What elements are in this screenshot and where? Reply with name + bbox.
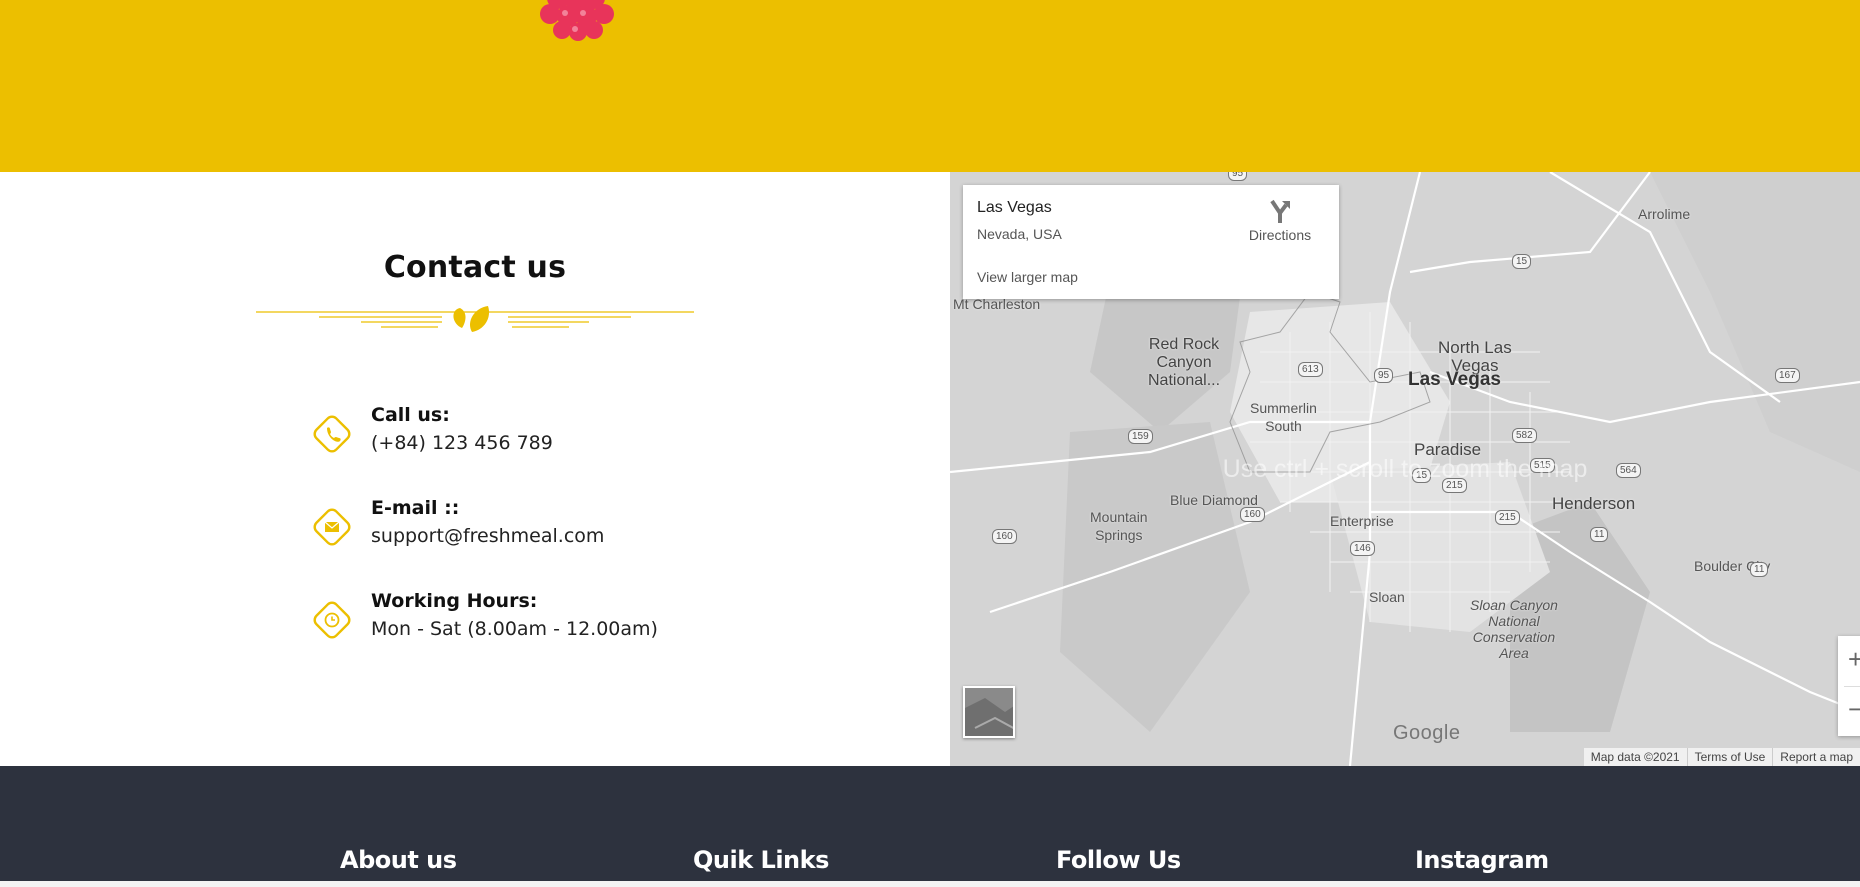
- hero-banner: [0, 0, 1860, 172]
- zoom-out-button[interactable]: −: [1848, 696, 1860, 722]
- directions-icon: [1270, 199, 1290, 223]
- contact-hours: Working Hours: Mon - Sat (8.00am - 12.00…: [306, 590, 726, 668]
- mail-icon: [313, 508, 351, 546]
- map-zoom-control: + −: [1838, 636, 1860, 736]
- phone-icon: [313, 415, 351, 453]
- route-shield: 167: [1775, 368, 1800, 383]
- map-label-las-vegas: Las Vegas: [1408, 369, 1501, 390]
- route-shield: 15: [1512, 254, 1532, 269]
- view-larger-map-link[interactable]: View larger map: [977, 269, 1078, 285]
- satellite-thumbnail-icon: [965, 688, 1013, 736]
- google-logo[interactable]: Google: [1393, 722, 1461, 745]
- map-label-red-rock: Red Rock Canyon National...: [1148, 336, 1221, 389]
- map-label-sloan-canyon: Sloan Canyon National Conservation Area: [1470, 597, 1558, 661]
- place-address: Nevada, USA: [977, 226, 1062, 242]
- map-embed[interactable]: Arrolime Mt Charleston Red Rock Canyon N…: [950, 172, 1860, 766]
- map-scroll-hint: Use ctrl + scroll to zoom the map: [1222, 455, 1588, 483]
- route-shield: 159: [1128, 429, 1153, 444]
- footer-heading-quick-links: Quik Links: [693, 846, 829, 874]
- route-shield: 11: [1750, 562, 1769, 577]
- contact-email-value[interactable]: support@freshmeal.com: [371, 525, 604, 547]
- site-footer: About us Quik Links Follow Us Instagram: [0, 766, 1860, 887]
- directions-button[interactable]: Directions: [1245, 197, 1315, 243]
- place-name: Las Vegas: [977, 199, 1052, 216]
- contact-phone-label: Call us:: [371, 404, 450, 426]
- contact-phone: Call us: (+84) 123 456 789: [306, 404, 726, 482]
- route-shield: 215: [1495, 510, 1520, 525]
- route-shield: 95: [1228, 172, 1248, 181]
- contact-hours-value: Mon - Sat (8.00am - 12.00am): [371, 618, 658, 640]
- route-shield: 582: [1512, 428, 1537, 443]
- contact-email: E-mail :: support@freshmeal.com: [306, 497, 726, 575]
- terms-of-use-link[interactable]: Terms of Use: [1686, 748, 1773, 766]
- map-attribution: Map data ©2021 Terms of Use Report a map: [1583, 748, 1860, 766]
- footer-heading-about: About us: [340, 846, 457, 874]
- footer-heading-follow-us: Follow Us: [1056, 846, 1181, 874]
- route-shield: 11: [1590, 527, 1609, 542]
- route-shield: 160: [1240, 507, 1265, 522]
- zoom-in-button[interactable]: +: [1848, 646, 1860, 672]
- footer-heading-instagram: Instagram: [1415, 846, 1549, 874]
- contact-phone-value: (+84) 123 456 789: [371, 432, 553, 454]
- contact-email-label: E-mail ::: [371, 497, 460, 519]
- clock-icon: [313, 601, 351, 639]
- contact-title: Contact us: [383, 250, 567, 285]
- map-data-text: Map data ©2021: [1590, 750, 1680, 764]
- map-label-arrolime: Arrolime: [1638, 206, 1691, 222]
- map-place-card: Las Vegas Nevada, USA View larger map Di…: [963, 185, 1339, 299]
- map-label-mountain-springs: Mountain Springs: [1090, 509, 1148, 543]
- route-shield: 146: [1350, 541, 1375, 556]
- map-label-sloan: Sloan: [1369, 589, 1405, 605]
- route-shield: 160: [992, 529, 1017, 544]
- map-label-henderson: Henderson: [1552, 494, 1636, 513]
- directions-label: Directions: [1248, 227, 1312, 243]
- map-label-enterprise: Enterprise: [1330, 513, 1394, 529]
- contact-section: Contact us Call us: (+84) 123 456 789 E-…: [0, 172, 950, 766]
- map-label-summerlin: Summerlin South: [1250, 400, 1317, 434]
- leaf-divider-icon: [256, 306, 694, 332]
- raspberry-image: [540, 0, 614, 41]
- satellite-layer-button[interactable]: [963, 686, 1015, 738]
- route-shield: 95: [1374, 368, 1394, 383]
- contact-hours-label: Working Hours:: [371, 590, 538, 612]
- footer-bottom-strip: [0, 881, 1860, 887]
- route-shield: 613: [1298, 362, 1323, 377]
- report-map-error-link[interactable]: Report a map: [1772, 748, 1860, 766]
